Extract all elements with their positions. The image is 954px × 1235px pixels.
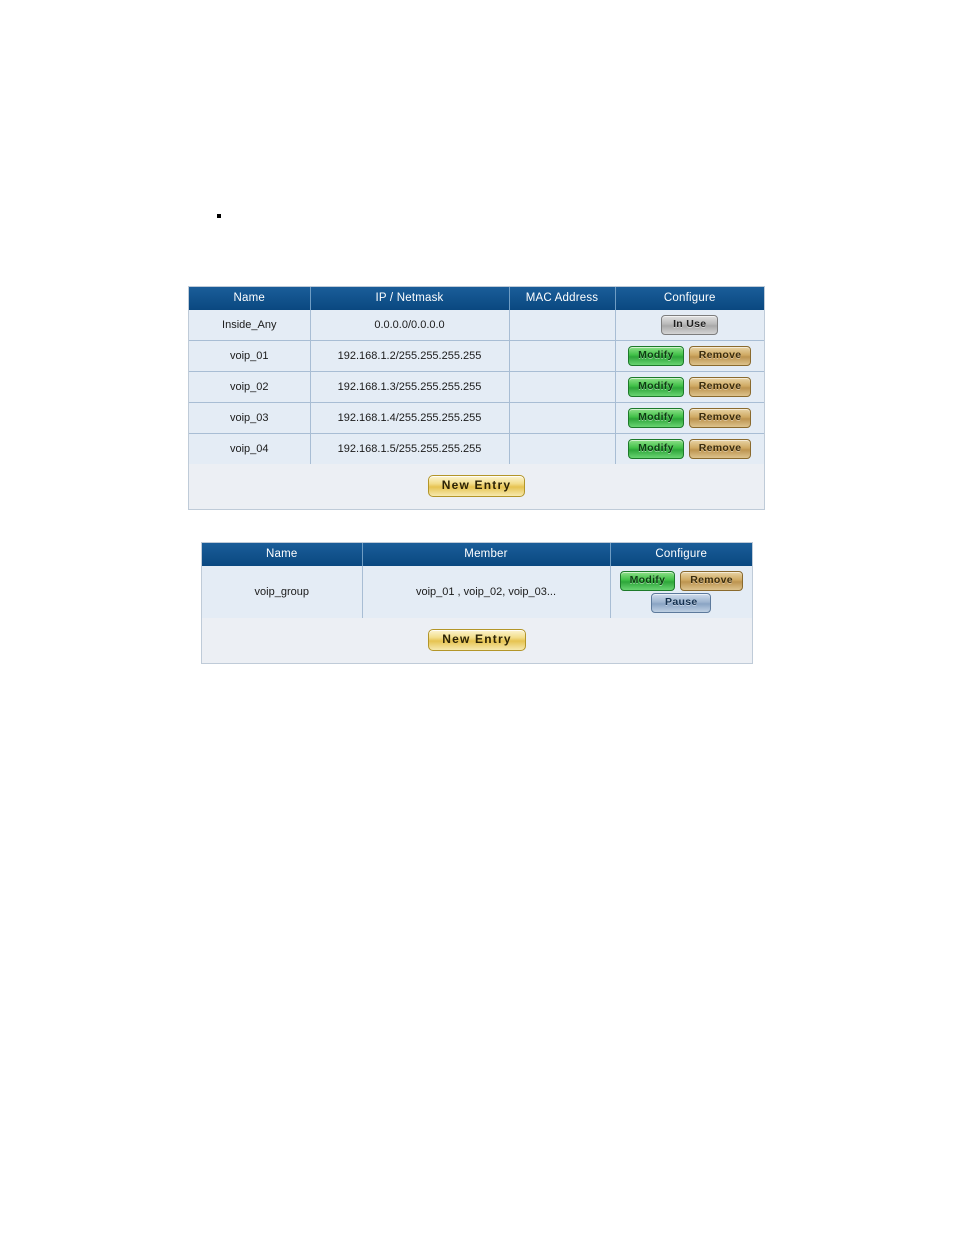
cell-ip-netmask: 192.168.1.2/255.255.255.255	[310, 340, 510, 372]
cell-name: voip_02	[189, 371, 311, 403]
cell-configure: Modify Remove	[615, 433, 764, 464]
table-row: Inside_Any 0.0.0.0/0.0.0.0 In Use	[189, 310, 764, 341]
group-table-footer: New Entry	[202, 618, 752, 663]
action-button-group: Modify Remove	[619, 377, 762, 397]
address-table-header-row: Name IP / Netmask MAC Address Configure	[189, 287, 764, 310]
cell-mac-address	[509, 433, 616, 464]
remove-button[interactable]: Remove	[680, 571, 743, 591]
column-header-configure: Configure	[610, 543, 752, 566]
table-row: voip_03 192.168.1.4/255.255.255.255 Modi…	[189, 402, 764, 434]
column-header-ip-netmask: IP / Netmask	[310, 287, 510, 310]
modify-button[interactable]: Modify	[628, 346, 684, 366]
remove-button[interactable]: Remove	[688, 408, 752, 428]
cell-configure: Modify Remove	[615, 402, 764, 434]
cell-name: voip_04	[189, 433, 311, 464]
column-header-name: Name	[202, 543, 363, 566]
in-use-button[interactable]: In Use	[661, 315, 719, 335]
cell-ip-netmask: 192.168.1.4/255.255.255.255	[310, 402, 510, 434]
table-row: voip_02 192.168.1.3/255.255.255.255 Modi…	[189, 371, 764, 403]
cell-name: Inside_Any	[189, 310, 311, 341]
column-header-member: Member	[362, 543, 611, 566]
modify-button[interactable]: Modify	[628, 408, 684, 428]
cell-configure: Modify Remove	[615, 340, 764, 372]
action-button-stack: Modify Remove Pause	[614, 571, 750, 613]
new-entry-button[interactable]: New Entry	[428, 629, 526, 651]
action-button-group: Modify Remove	[619, 346, 762, 366]
table-row: voip_01 192.168.1.2/255.255.255.255 Modi…	[189, 340, 764, 372]
column-header-mac-address: MAC Address	[509, 287, 616, 310]
cell-group-name: voip_group	[202, 566, 363, 618]
cell-mac-address	[509, 340, 616, 372]
cell-group-member: voip_01 , voip_02, voip_03...	[362, 566, 611, 618]
group-table: Name Member Configure voip_group voip_01…	[202, 543, 752, 618]
new-entry-button[interactable]: New Entry	[427, 475, 526, 497]
action-button-group: Modify Remove	[619, 439, 762, 459]
cell-configure: In Use	[615, 310, 764, 341]
modify-button[interactable]: Modify	[628, 439, 684, 459]
group-table-panel: Name Member Configure voip_group voip_01…	[201, 542, 753, 664]
address-table-footer: New Entry	[189, 464, 764, 509]
cell-configure: Modify Remove	[615, 371, 764, 403]
cell-mac-address	[509, 402, 616, 434]
remove-button[interactable]: Remove	[688, 439, 752, 459]
remove-button[interactable]: Remove	[688, 377, 752, 397]
action-button-group: In Use	[619, 315, 762, 335]
action-button-group: Modify Remove	[619, 408, 762, 428]
table-row: voip_group voip_01 , voip_02, voip_03...…	[202, 566, 752, 618]
cell-name: voip_01	[189, 340, 311, 372]
pause-button[interactable]: Pause	[651, 593, 712, 613]
cell-ip-netmask: 0.0.0.0/0.0.0.0	[310, 310, 510, 341]
action-button-group: Modify Remove	[619, 571, 743, 591]
cell-mac-address	[509, 310, 616, 341]
cell-configure: Modify Remove Pause	[610, 566, 752, 618]
table-row: voip_04 192.168.1.5/255.255.255.255 Modi…	[189, 433, 764, 464]
bullet-marker	[217, 214, 221, 218]
cell-name: voip_03	[189, 402, 311, 434]
remove-button[interactable]: Remove	[688, 346, 752, 366]
modify-button[interactable]: Modify	[619, 571, 676, 591]
address-table: Name IP / Netmask MAC Address Configure …	[189, 287, 764, 464]
cell-ip-netmask: 192.168.1.3/255.255.255.255	[310, 371, 510, 403]
column-header-name: Name	[189, 287, 311, 310]
address-table-panel: Name IP / Netmask MAC Address Configure …	[188, 286, 765, 510]
cell-ip-netmask: 192.168.1.5/255.255.255.255	[310, 433, 510, 464]
cell-mac-address	[509, 371, 616, 403]
column-header-configure: Configure	[615, 287, 764, 310]
group-table-header-row: Name Member Configure	[202, 543, 752, 566]
modify-button[interactable]: Modify	[628, 377, 684, 397]
